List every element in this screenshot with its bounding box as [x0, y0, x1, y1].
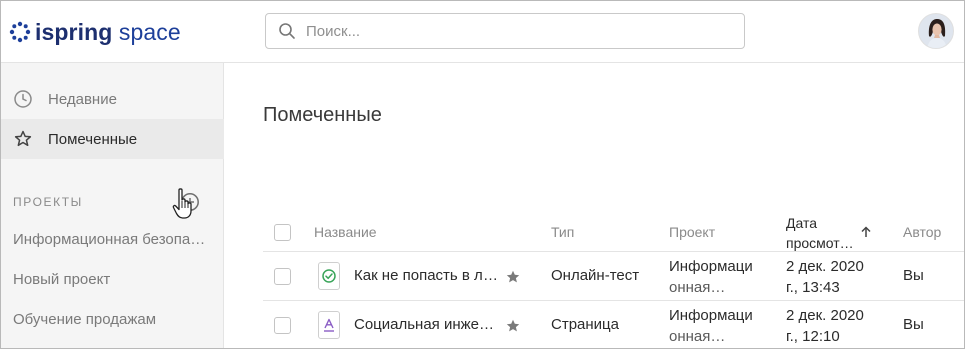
- row-type: Страница: [551, 316, 619, 333]
- search-input[interactable]: [306, 22, 706, 40]
- row-date: 2 дек. 2020 г., 12:10: [786, 305, 876, 347]
- row-date-line1: 2 дек. 2020: [786, 307, 864, 324]
- row-checkbox[interactable]: [274, 317, 291, 334]
- clock-icon: [13, 89, 33, 109]
- star-outline-icon: [13, 129, 33, 149]
- ispring-space-logo[interactable]: ispring space: [9, 18, 181, 46]
- sidebar-item-label: Помеченные: [48, 130, 138, 148]
- column-header-name[interactable]: Название: [314, 224, 377, 240]
- row-name[interactable]: Как не попасть в ловушку мошенников: [354, 267, 499, 284]
- projects-title: ПРОЕКТЫ: [13, 195, 83, 209]
- search-box[interactable]: [265, 13, 745, 49]
- avatar-portrait-icon: [919, 14, 953, 48]
- logo-text: ispring space: [35, 18, 181, 46]
- sidebar-item-starred[interactable]: Помеченные: [1, 119, 224, 159]
- column-header-author[interactable]: Автор: [903, 224, 941, 240]
- row-author: Вы: [903, 316, 924, 333]
- row-project: Информаци онная…: [669, 256, 759, 298]
- sidebar-project-item[interactable]: Новый проект: [13, 271, 208, 288]
- row-name[interactable]: Социальная инженерия: [354, 316, 499, 333]
- table-row[interactable]: Социальная инженерия Страница Информаци …: [263, 301, 964, 348]
- test-icon: [318, 262, 340, 290]
- sidebar-item-label: Недавние: [48, 90, 117, 108]
- top-bar: ispring space: [1, 1, 964, 63]
- sort-ascending-arrow-icon[interactable]: [860, 226, 872, 238]
- row-checkbox[interactable]: [274, 268, 291, 285]
- sidebar-project-item[interactable]: Обучение продажам: [13, 311, 208, 328]
- logo-word-ispring: ispring: [35, 19, 113, 45]
- row-type: Онлайн-тест: [551, 267, 640, 284]
- row-project-line1: Информаци: [669, 307, 753, 324]
- star-filled-icon[interactable]: [506, 319, 520, 333]
- column-header-date-line1: Дата: [786, 215, 818, 231]
- sidebar-project-item[interactable]: Информационная безопасность: [13, 231, 208, 248]
- column-header-type[interactable]: Тип: [551, 224, 574, 240]
- star-filled-icon[interactable]: [506, 270, 520, 284]
- hand-pointer-cursor-icon: [172, 188, 192, 219]
- column-header-project[interactable]: Проект: [669, 224, 715, 240]
- user-avatar[interactable]: [918, 13, 954, 49]
- row-date: 2 дек. 2020 г., 13:43: [786, 256, 876, 298]
- row-project-line2: онная…: [669, 279, 726, 296]
- row-project-line1: Информаци: [669, 258, 753, 275]
- row-date-line1: 2 дек. 2020: [786, 258, 864, 275]
- column-header-date-line2: просмот…: [786, 235, 854, 251]
- app-window: ispring space Поиск... Недавние Помеченн…: [0, 0, 965, 349]
- sidebar: Недавние Помеченные ПРОЕКТЫ Информационн…: [1, 63, 224, 348]
- column-header-date[interactable]: Дата просмот…: [786, 213, 854, 253]
- row-date-line2: г., 13:43: [786, 279, 840, 296]
- row-date-line2: г., 12:10: [786, 328, 840, 345]
- row-project-line2: онная…: [669, 328, 726, 345]
- table-row[interactable]: Как не попасть в ловушку мошенников Онла…: [263, 252, 964, 301]
- page-icon: [318, 311, 340, 339]
- logo-mark-icon: [9, 21, 31, 43]
- sidebar-item-recent[interactable]: Недавние: [1, 79, 224, 119]
- row-author: Вы: [903, 267, 924, 284]
- search-icon: [279, 23, 295, 39]
- row-project: Информаци онная…: [669, 305, 759, 347]
- select-all-checkbox[interactable]: [274, 224, 291, 241]
- table-header-row: Название Тип Проект Дата просмот… Автор: [263, 207, 964, 253]
- logo-word-space: space: [118, 19, 181, 45]
- page-title: Помеченные: [263, 104, 382, 126]
